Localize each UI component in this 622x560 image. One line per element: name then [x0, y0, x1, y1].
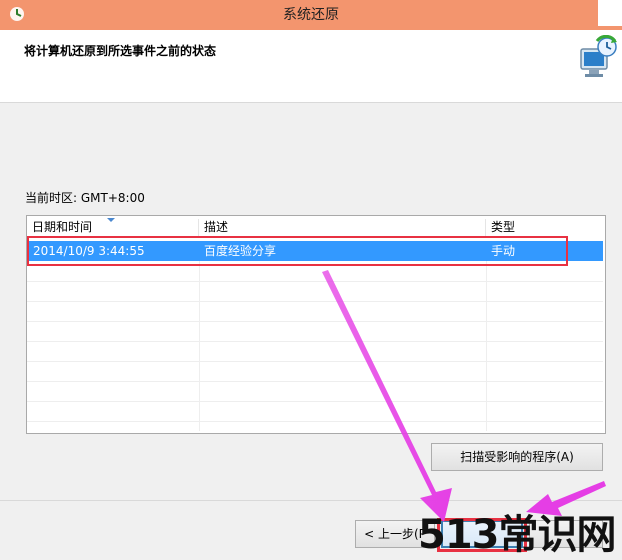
column-header-type[interactable]: 类型 [486, 219, 603, 236]
title-bar[interactable]: 系统还原 [0, 0, 622, 30]
grid-line [27, 361, 603, 362]
grid-line [27, 321, 603, 322]
footer-divider [0, 500, 622, 501]
restore-computer-icon [580, 35, 617, 77]
grid-line [27, 421, 603, 422]
grid-line [27, 301, 603, 302]
cell-datetime: 2014/10/9 3:44:55 [33, 244, 145, 258]
grid-line [199, 261, 200, 431]
grid-line [486, 261, 487, 431]
cell-description: 百度经验分享 [204, 244, 277, 258]
wizard-header: 将计算机还原到所选事件之前的状态 [0, 30, 622, 103]
sort-arrow-icon [107, 218, 115, 222]
page-heading: 将计算机还原到所选事件之前的状态 [24, 44, 217, 58]
grid-line [27, 341, 603, 342]
column-header-description[interactable]: 描述 [199, 219, 486, 236]
grid-line [27, 401, 603, 402]
table-row[interactable]: 2014/10/9 3:44:55 百度经验分享 手动 [28, 241, 603, 261]
close-button[interactable] [598, 0, 622, 26]
restore-points-list[interactable]: 日期和时间 描述 类型 2014/10/9 3:44:55 百度经验分享 手动 [26, 215, 606, 434]
column-header-datetime[interactable]: 日期和时间 [27, 218, 199, 236]
site-watermark: 513常识网 [418, 512, 616, 558]
scan-affected-programs-button[interactable]: 扫描受影响的程序(A) [431, 443, 603, 471]
cell-type: 手动 [491, 244, 516, 258]
grid-line [27, 381, 603, 382]
window-title: 系统还原 [283, 7, 339, 23]
timezone-label: 当前时区: GMT+8:00 [25, 191, 145, 205]
grid-line [27, 281, 603, 282]
